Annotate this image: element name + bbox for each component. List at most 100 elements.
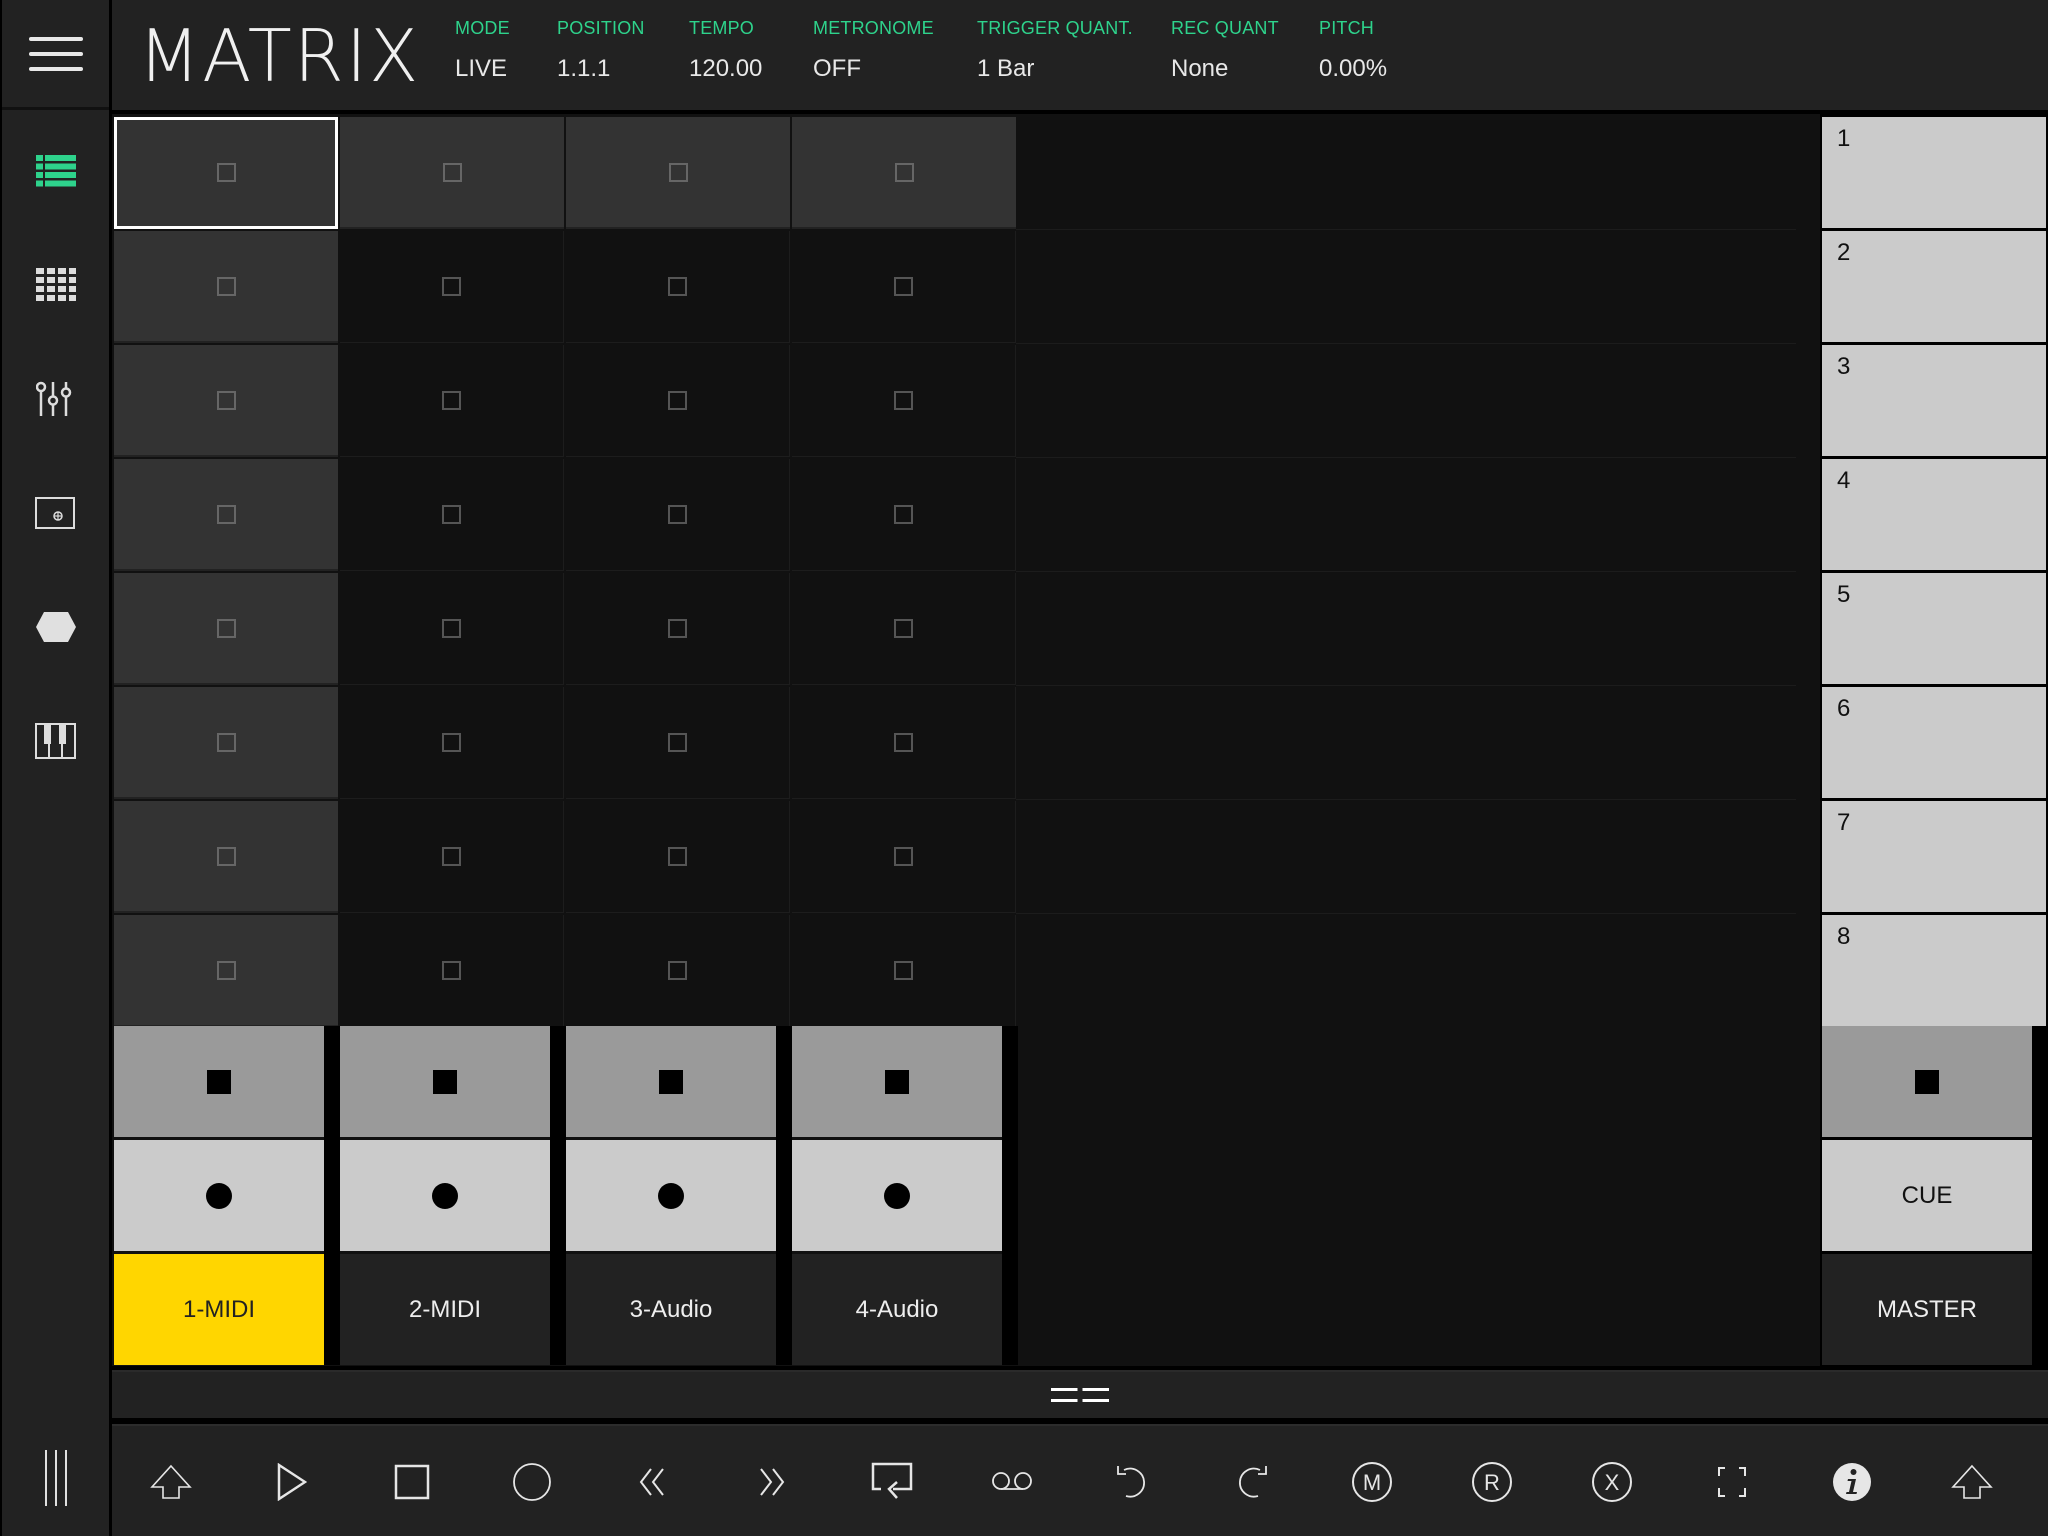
- clip-slot[interactable]: [566, 231, 790, 343]
- track-arm-button[interactable]: [792, 1140, 1002, 1251]
- sidebar-item-xy-pad[interactable]: [2, 456, 109, 570]
- track-stop-button[interactable]: [792, 1026, 1002, 1137]
- clip-slot[interactable]: [340, 231, 564, 343]
- stop-button[interactable]: [367, 1426, 457, 1536]
- sidebar-item-grid[interactable]: [2, 228, 109, 342]
- shift-right-button[interactable]: [1927, 1426, 2017, 1536]
- empty-slot-icon: [442, 162, 462, 182]
- svg-text:M: M: [1363, 1470, 1381, 1495]
- clip-slot[interactable]: [114, 573, 338, 685]
- scene-launch-button[interactable]: 4: [1822, 459, 2046, 570]
- row-divider: [1016, 457, 1796, 458]
- arm-button[interactable]: R: [1447, 1426, 1537, 1536]
- clip-slot[interactable]: [566, 459, 790, 571]
- mode-field[interactable]: MODE LIVE: [455, 18, 510, 83]
- track-name-button[interactable]: 2-MIDI: [340, 1254, 550, 1365]
- master-stop-all-button[interactable]: [1822, 1026, 2032, 1137]
- scene-launch-button[interactable]: 5: [1822, 573, 2046, 684]
- sidebar-item-keys[interactable]: [2, 684, 109, 798]
- clip-slot[interactable]: [340, 573, 564, 685]
- panel-resize-handle[interactable]: [112, 1370, 2048, 1418]
- shift-button[interactable]: [126, 1426, 216, 1536]
- clip-slot[interactable]: [566, 801, 790, 913]
- cue-label: CUE: [1901, 1181, 1953, 1209]
- clip-slot[interactable]: [114, 231, 338, 343]
- clip-slot[interactable]: [114, 459, 338, 571]
- row-divider: [1016, 571, 1796, 572]
- shift-arrow-right-icon: [1951, 1464, 1993, 1499]
- redo-button[interactable]: [1207, 1426, 1297, 1536]
- clip-slot[interactable]: [792, 231, 1016, 343]
- record-button[interactable]: [487, 1426, 577, 1536]
- metronome-field[interactable]: METRONOME OFF: [813, 18, 934, 83]
- clip-slot[interactable]: [114, 801, 338, 913]
- sidebar-item-mixer[interactable]: [2, 342, 109, 456]
- scene-launch-button[interactable]: 1: [1822, 117, 2046, 228]
- cue-button[interactable]: CUE: [1822, 1140, 2032, 1251]
- clip-slot[interactable]: [340, 459, 564, 571]
- play-button[interactable]: [247, 1426, 337, 1536]
- clip-slot[interactable]: [566, 117, 790, 229]
- scene-number: 4: [1837, 467, 1851, 494]
- info-button[interactable]: [1807, 1426, 1897, 1536]
- scene-launch-button[interactable]: 3: [1822, 345, 2046, 456]
- track-arm-button[interactable]: [114, 1140, 324, 1251]
- clip-slot[interactable]: [340, 801, 564, 913]
- session-record-button[interactable]: [967, 1426, 1057, 1536]
- clip-slot[interactable]: [792, 915, 1016, 1027]
- clip-slot[interactable]: [340, 687, 564, 799]
- clip-slot[interactable]: [792, 345, 1016, 457]
- scene-launch-button[interactable]: 6: [1822, 687, 2046, 798]
- track-arm-button[interactable]: [340, 1140, 550, 1251]
- sidebar-item-devices[interactable]: [2, 570, 109, 684]
- empty-slot-icon: [216, 276, 236, 296]
- clip-slot[interactable]: [792, 573, 1016, 685]
- trigger-quant-field[interactable]: TRIGGER QUANT. 1 Bar: [977, 18, 1133, 83]
- track-stop-button[interactable]: [340, 1026, 550, 1137]
- scene-launch-button[interactable]: 2: [1822, 231, 2046, 342]
- track-stop-button[interactable]: [114, 1026, 324, 1137]
- clip-slot[interactable]: [114, 117, 338, 229]
- clip-slot[interactable]: [340, 345, 564, 457]
- empty-slot-icon: [668, 733, 687, 752]
- position-field[interactable]: POSITION 1.1.1: [557, 18, 645, 83]
- track-name-button[interactable]: 4-Audio: [792, 1254, 1002, 1365]
- scene-launch-button[interactable]: 7: [1822, 801, 2046, 912]
- rewind-button[interactable]: [607, 1426, 697, 1536]
- sidebar-item-clips[interactable]: [2, 114, 109, 228]
- clip-slot[interactable]: [566, 573, 790, 685]
- clip-slot[interactable]: [114, 345, 338, 457]
- delete-button[interactable]: X: [1567, 1426, 1657, 1536]
- clip-slot[interactable]: [792, 687, 1016, 799]
- clip-slot[interactable]: [340, 117, 564, 229]
- pitch-field[interactable]: PITCH 0.00%: [1319, 18, 1387, 83]
- clip-slot[interactable]: [340, 915, 564, 1027]
- clip-slot[interactable]: [792, 459, 1016, 571]
- fast-forward-button[interactable]: [727, 1426, 817, 1536]
- clip-slot[interactable]: [114, 687, 338, 799]
- clip-slot[interactable]: [566, 345, 790, 457]
- master-track-name[interactable]: MASTER: [1822, 1254, 2032, 1365]
- track-stop-button[interactable]: [566, 1026, 776, 1137]
- clip-slot[interactable]: [792, 801, 1016, 913]
- menu-button[interactable]: [2, 0, 109, 110]
- mute-button[interactable]: M: [1327, 1426, 1417, 1536]
- loop-button[interactable]: [847, 1426, 937, 1536]
- rec-quant-field[interactable]: REC QUANT None: [1171, 18, 1279, 83]
- fullscreen-button[interactable]: [1687, 1426, 1777, 1536]
- rec-quant-value: None: [1171, 55, 1229, 82]
- tempo-field[interactable]: TEMPO 120.00: [689, 18, 762, 83]
- track-name-button[interactable]: 3-Audio: [566, 1254, 776, 1365]
- clip-slot[interactable]: [792, 117, 1016, 229]
- track-arm-button[interactable]: [566, 1140, 776, 1251]
- clip-slot[interactable]: [114, 915, 338, 1027]
- clip-slot[interactable]: [566, 687, 790, 799]
- empty-slot-icon: [894, 847, 913, 866]
- clip-slot[interactable]: [566, 915, 790, 1027]
- scene-launch-button[interactable]: 8: [1822, 915, 2046, 1026]
- sidebar-toggle-button[interactable]: [2, 1420, 109, 1536]
- trigger-quant-value: 1 Bar: [977, 55, 1035, 82]
- undo-button[interactable]: [1087, 1426, 1177, 1536]
- info-icon: [1833, 1463, 1871, 1501]
- track-name-button[interactable]: 1-MIDI: [114, 1254, 324, 1365]
